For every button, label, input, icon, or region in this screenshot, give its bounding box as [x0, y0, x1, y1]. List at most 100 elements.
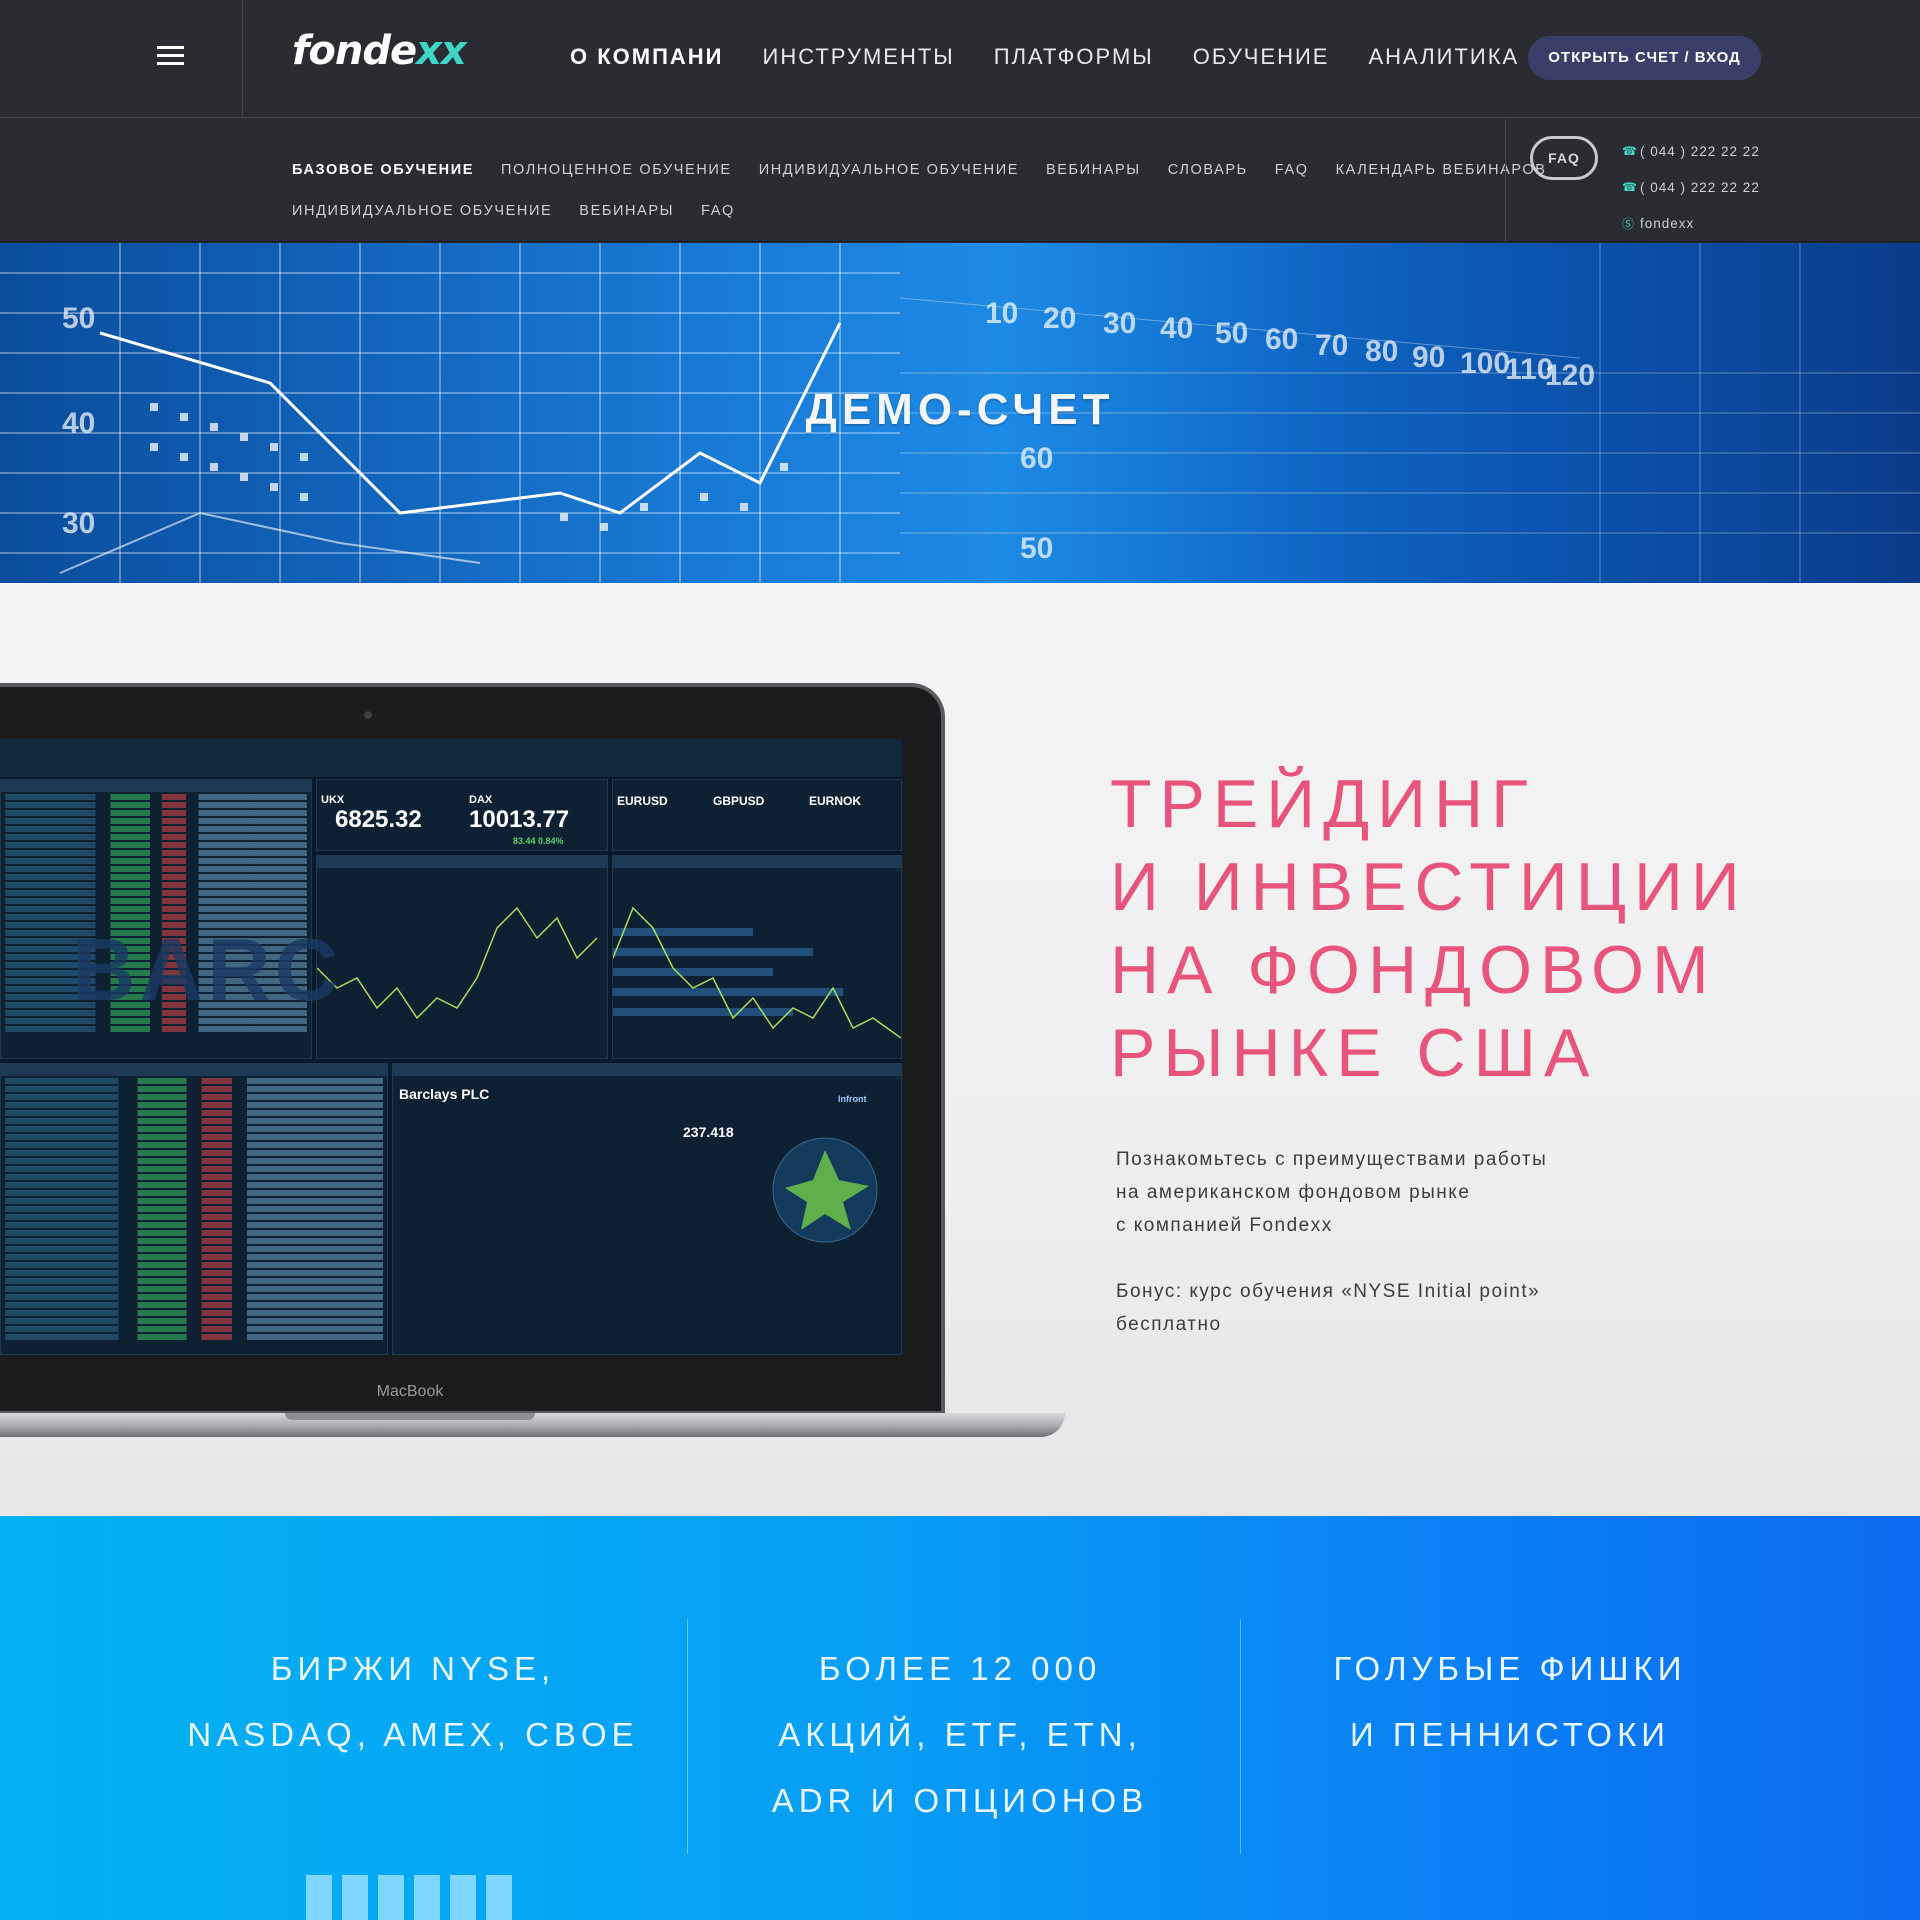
logo[interactable]: fondexx: [292, 28, 467, 74]
subnav-webinars[interactable]: ВЕБИНАРЫ: [1046, 162, 1141, 178]
subnav-basic[interactable]: БАЗОВОЕ ОБУЧЕНИЕ: [292, 162, 474, 178]
hero-number-left-3: 30: [62, 507, 95, 540]
headline-line-3: НА ФОНДОВОМ: [1110, 932, 1717, 1008]
phone-2-text: ( 044 ) 222 22 22: [1640, 179, 1760, 195]
feature-3-line-2: И ПЕННИСТОКИ: [1349, 1716, 1671, 1753]
subnav-individual-2[interactable]: ИНДИВИДУАЛЬНОЕ ОБУЧЕНИЕ: [292, 203, 552, 219]
description-line-3: с компанией Fondexx: [1116, 1215, 1333, 1236]
promo-headline: ТРЕЙДИНГ И ИНВЕСТИЦИИ НА ФОНДОВОМ РЫНКЕ …: [1110, 763, 1830, 1095]
headline-line-1: ТРЕЙДИНГ: [1110, 766, 1536, 842]
terminal-history-chart: [612, 855, 902, 1059]
feature-divider: [1240, 1619, 1241, 1854]
faq-button[interactable]: FAQ: [1530, 136, 1598, 180]
dax-value: 10013.77: [469, 806, 570, 833]
nav-about[interactable]: О КОМПАНИ: [570, 44, 724, 70]
dax-label: DAX: [469, 794, 493, 806]
laptop-notch: [285, 1413, 535, 1420]
ukx-label: UKX: [321, 794, 345, 806]
promo-section: UKX 6825.32 DAX 10013.77 83.44 0.84% EUR…: [0, 583, 1920, 1516]
terminal-index-panel: UKX 6825.32 DAX 10013.77 83.44 0.84%: [316, 779, 608, 851]
hero-number-top-5: 50: [1215, 317, 1248, 350]
phone-1-text: ( 044 ) 222 22 22: [1640, 143, 1760, 159]
phone-2[interactable]: ☎( 044 ) 222 22 22: [1622, 169, 1760, 205]
hero-number-top-1: 10: [985, 297, 1018, 330]
bonus-line-1: Бонус: курс обучения «NYSE Initial point…: [1116, 1281, 1541, 1302]
subnav-faq[interactable]: FAQ: [1275, 162, 1309, 178]
promo-bonus: Бонус: курс обучения «NYSE Initial point…: [1116, 1275, 1676, 1341]
promo-description: Познакомьтесь с преимуществами работы на…: [1116, 1143, 1676, 1242]
subnav-individual[interactable]: ИНДИВИДУАЛЬНОЕ ОБУЧЕНИЕ: [759, 162, 1019, 178]
feature-stocks: ГОЛУБЫЕ ФИШКИ И ПЕННИСТОКИ: [1270, 1636, 1750, 1768]
hero-number-top-2: 20: [1043, 302, 1076, 335]
hero-number-top-6: 60: [1265, 323, 1298, 356]
feature-1-line-1: БИРЖИ NYSE,: [270, 1650, 556, 1687]
hero-number-right-2: 50: [1020, 532, 1053, 565]
logo-accent: xx: [416, 28, 467, 74]
feature-3-line-1: ГОЛУБЫЕ ФИШКИ: [1333, 1650, 1687, 1687]
nav-education[interactable]: ОБУЧЕНИЕ: [1193, 44, 1330, 70]
laptop-brand: MacBook: [376, 1383, 444, 1400]
sub-header: БАЗОВОЕ ОБУЧЕНИЕ ПОЛНОЦЕННОЕ ОБУЧЕНИЕ ИН…: [0, 119, 1920, 242]
hero-number-top-3: 30: [1103, 307, 1136, 340]
feature-instruments: БОЛЕЕ 12 000 АКЦИЙ, ETF, ETN, ADR И ОПЦИ…: [720, 1636, 1200, 1834]
open-account-button[interactable]: ОТКРЫТЬ СЧЕТ / ВХОД: [1528, 36, 1761, 80]
subnav-calendar[interactable]: КАЛЕНДАРЬ ВЕБИНАРОВ: [1336, 162, 1547, 178]
feature-2-line-3: ADR И ОПЦИОНОВ: [771, 1782, 1149, 1819]
bonus-line-2: бесплатно: [1116, 1314, 1222, 1335]
subnav-glossary[interactable]: СЛОВАРЬ: [1168, 162, 1248, 178]
features-section: БИРЖИ NYSE, NASDAQ, AMEX, CBOE БОЛЕЕ 12 …: [0, 1516, 1920, 1920]
company-name: Barclays PLC: [399, 1086, 490, 1102]
hero-number-top-8: 80: [1365, 335, 1398, 368]
header-divider: [242, 0, 243, 118]
description-line-2: на американском фондовом рынке: [1116, 1182, 1471, 1203]
fx-eurnok: EURNOK: [809, 794, 862, 808]
feature-2-line-2: АКЦИЙ, ETF, ETN,: [778, 1716, 1142, 1753]
subnav-faq-2[interactable]: FAQ: [701, 203, 735, 219]
skype-contact[interactable]: Ⓢfondexx: [1622, 205, 1760, 241]
terminal-news-list: [0, 1063, 388, 1355]
hero-number-top-9: 90: [1412, 341, 1445, 374]
nav-analytics[interactable]: АНАЛИТИКА: [1368, 44, 1519, 70]
logo-text: fonde: [292, 28, 417, 74]
sub-nav: БАЗОВОЕ ОБУЧЕНИЕ ПОЛНОЦЕННОЕ ОБУЧЕНИЕ ИН…: [292, 149, 1545, 231]
trading-terminal-screen: UKX 6825.32 DAX 10013.77 83.44 0.84% EUR…: [0, 739, 902, 1355]
camera-icon: [364, 711, 372, 719]
hero-number-top-4: 40: [1160, 312, 1193, 345]
feature-2-line-1: БОЛЕЕ 12 000: [818, 1650, 1102, 1687]
headline-line-4: РЫНКЕ США: [1110, 1015, 1598, 1091]
ukx-value: 6825.32: [335, 806, 422, 833]
subheader-divider: [1505, 119, 1506, 242]
phone-1[interactable]: ☎( 044 ) 222 22 22: [1622, 133, 1760, 169]
last-price: 237.418: [683, 1124, 734, 1140]
phone-icon: ☎: [1622, 144, 1638, 158]
subnav-webinars-2[interactable]: ВЕБИНАРЫ: [579, 203, 674, 219]
feature-1-line-2: NASDAQ, AMEX, CBOE: [187, 1716, 639, 1753]
terminal-fx-panel: EURUSD GBPUSD EURNOK: [612, 779, 902, 851]
headline-line-2: И ИНВЕСТИЦИИ: [1110, 849, 1748, 925]
contacts: ☎( 044 ) 222 22 22 ☎( 044 ) 222 22 22 Ⓢf…: [1622, 133, 1760, 241]
vendor-label: Infront: [838, 1094, 867, 1104]
page-title: ДЕМО-СЧЕТ: [805, 385, 1115, 434]
terminal-company-overview: Barclays PLC 237.418 Infront: [392, 1063, 902, 1355]
nav-platforms[interactable]: ПЛАТФОРМЫ: [994, 44, 1154, 70]
nav-instruments[interactable]: ИНСТРУМЕНТЫ: [763, 44, 955, 70]
dax-change: 83.44 0.84%: [513, 836, 564, 846]
terminal-intraday-chart: [316, 855, 608, 1059]
laptop-image: UKX 6825.32 DAX 10013.77 83.44 0.84% EUR…: [0, 683, 1070, 1443]
hero-number-top-7: 70: [1315, 329, 1348, 362]
fx-eurusd: EURUSD: [617, 794, 668, 808]
top-header: fondexx О КОМПАНИ ИНСТРУМЕНТЫ ПЛАТФОРМЫ …: [0, 0, 1920, 118]
description-line-1: Познакомьтесь с преимуществами работы: [1116, 1149, 1548, 1170]
subnav-full[interactable]: ПОЛНОЦЕННОЕ ОБУЧЕНИЕ: [501, 162, 732, 178]
feature-exchanges: БИРЖИ NYSE, NASDAQ, AMEX, CBOE: [168, 1636, 658, 1768]
terminal-toolbar: [0, 739, 902, 777]
feature-divider: [687, 1619, 688, 1854]
fx-gbpusd: GBPUSD: [713, 794, 765, 808]
hero-banner: 50 40 30 10 20 30 40 50 60 70 80 90 100 …: [0, 243, 1920, 583]
skype-icon: Ⓢ: [1622, 216, 1636, 231]
hero-number-top-10: 100: [1460, 347, 1510, 380]
hero-number-right-1: 60: [1020, 442, 1053, 475]
menu-icon[interactable]: [130, 26, 210, 86]
hero-number-left-1: 50: [62, 302, 95, 335]
phone-icon: ☎: [1622, 180, 1638, 194]
